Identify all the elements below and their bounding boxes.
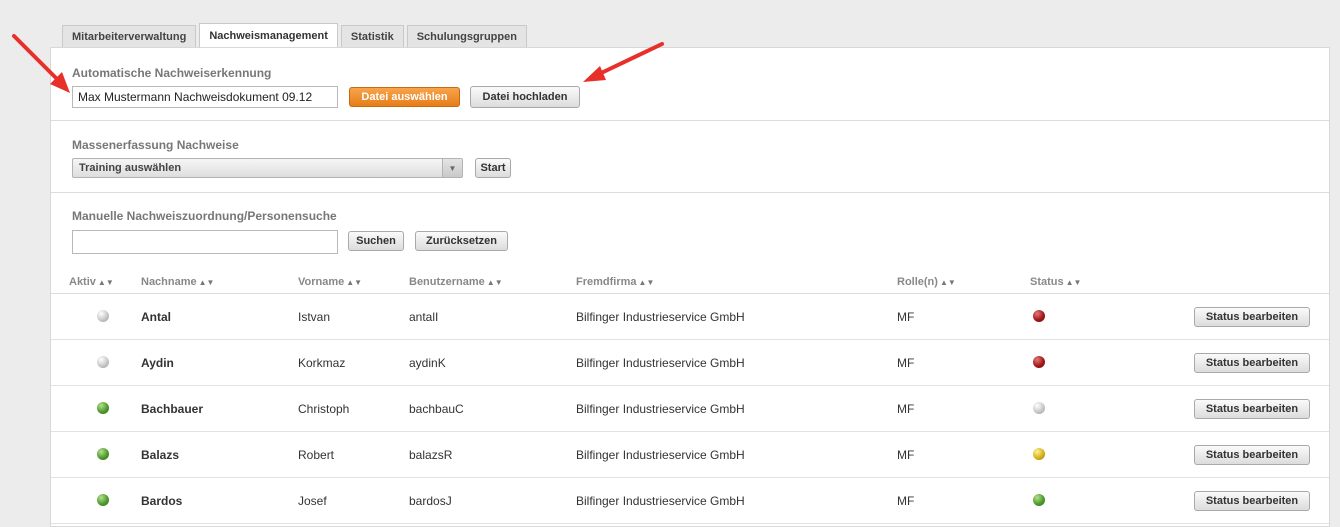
- cell-nachname: Antal: [141, 310, 171, 324]
- cell-rolle: MF: [897, 310, 915, 324]
- tab-bar: Mitarbeiterverwaltung Nachweismanagement…: [62, 23, 530, 48]
- sort-arrows-icon: ▲▼: [939, 278, 956, 287]
- training-select[interactable]: Training auswählen ▼: [72, 158, 463, 178]
- start-button[interactable]: Start: [475, 158, 511, 178]
- tab-schulungsgruppen[interactable]: Schulungsgruppen: [406, 25, 527, 47]
- cell-benutzername: bardosJ: [409, 494, 452, 508]
- auto-recognition-section: Automatische Nachweiserkennung Max Muste…: [51, 48, 1329, 121]
- table-row: Antal Istvan antalI Bilfinger Industries…: [51, 294, 1329, 340]
- col-fremdfirma[interactable]: Fremdfirma ▲▼: [576, 276, 654, 288]
- upload-file-button[interactable]: Datei hochladen: [470, 86, 580, 108]
- manual-search-title: Manuelle Nachweiszuordnung/Personensuche: [72, 209, 337, 223]
- cell-fremdfirma: Bilfinger Industrieservice GmbH: [576, 310, 745, 324]
- active-indicator-icon: [97, 402, 109, 414]
- status-indicator-icon: [1033, 448, 1045, 460]
- tab-nachweismanagement[interactable]: Nachweismanagement: [199, 23, 338, 48]
- cell-nachname: Balazs: [141, 448, 180, 462]
- cell-rolle: MF: [897, 356, 915, 370]
- tab-statistik[interactable]: Statistik: [340, 25, 404, 47]
- cell-vorname: Josef: [298, 494, 327, 508]
- active-indicator-icon: [97, 356, 109, 368]
- cell-vorname: Christoph: [298, 402, 350, 416]
- table-row: Aydin Korkmaz aydinK Bilfinger Industrie…: [51, 340, 1329, 386]
- col-vorname[interactable]: Vorname ▲▼: [298, 276, 362, 288]
- cell-nachname: Aydin: [141, 356, 174, 370]
- sort-arrows-icon: ▲▼: [97, 278, 114, 287]
- cell-fremdfirma: Bilfinger Industrieservice GmbH: [576, 448, 745, 462]
- cell-fremdfirma: Bilfinger Industrieservice GmbH: [576, 494, 745, 508]
- cell-benutzername: aydinK: [409, 356, 446, 370]
- table-row: Bardos Josef bardosJ Bilfinger Industrie…: [51, 478, 1329, 524]
- edit-status-button[interactable]: Status bearbeiten: [1194, 399, 1310, 419]
- person-search-input[interactable]: [72, 230, 338, 254]
- status-indicator-icon: [1033, 356, 1045, 368]
- table-header: Aktiv ▲▼ Nachname ▲▼ Vorname ▲▼ Benutzernam…: [51, 270, 1329, 294]
- status-indicator-icon: [1033, 402, 1045, 414]
- cell-fremdfirma: Bilfinger Industrieservice GmbH: [576, 402, 745, 416]
- table-row: Bachbauer Christoph bachbauC Bilfinger I…: [51, 386, 1329, 432]
- sort-arrows-icon: ▲▼: [638, 278, 655, 287]
- cell-vorname: Istvan: [298, 310, 331, 324]
- cell-rolle: MF: [897, 494, 915, 508]
- active-indicator-icon: [97, 310, 109, 322]
- cell-vorname: Korkmaz: [298, 356, 346, 370]
- col-aktiv[interactable]: Aktiv ▲▼: [69, 276, 114, 288]
- status-indicator-icon: [1033, 310, 1045, 322]
- choose-file-button[interactable]: Datei auswählen: [349, 87, 460, 107]
- cell-fremdfirma: Bilfinger Industrieservice GmbH: [576, 356, 745, 370]
- auto-recognition-title: Automatische Nachweiserkennung: [72, 66, 272, 80]
- chevron-down-icon[interactable]: ▼: [442, 159, 462, 177]
- sort-arrows-icon: ▲▼: [486, 278, 503, 287]
- col-nachname[interactable]: Nachname ▲▼: [141, 276, 214, 288]
- status-indicator-icon: [1033, 494, 1045, 506]
- active-indicator-icon: [97, 494, 109, 506]
- cell-benutzername: antalI: [409, 310, 439, 324]
- sort-arrows-icon: ▲▼: [346, 278, 363, 287]
- edit-status-button[interactable]: Status bearbeiten: [1194, 491, 1310, 511]
- edit-status-button[interactable]: Status bearbeiten: [1194, 307, 1310, 327]
- col-rollen[interactable]: Rolle(n) ▲▼: [897, 276, 956, 288]
- mass-entry-title: Massenerfassung Nachweise: [72, 138, 239, 152]
- sort-arrows-icon: ▲▼: [198, 278, 215, 287]
- mass-entry-section: Massenerfassung Nachweise Training auswä…: [51, 121, 1329, 193]
- cell-benutzername: balazsR: [409, 448, 453, 462]
- cell-rolle: MF: [897, 402, 915, 416]
- reset-button[interactable]: Zurücksetzen: [415, 231, 508, 251]
- col-status[interactable]: Status ▲▼: [1030, 276, 1081, 288]
- file-name-field[interactable]: Max Mustermann Nachweisdokument 09.12: [72, 86, 338, 108]
- cell-nachname: Bardos: [141, 494, 183, 508]
- edit-status-button[interactable]: Status bearbeiten: [1194, 445, 1310, 465]
- edit-status-button[interactable]: Status bearbeiten: [1194, 353, 1310, 373]
- active-indicator-icon: [97, 448, 109, 460]
- cell-vorname: Robert: [298, 448, 335, 462]
- search-button[interactable]: Suchen: [348, 231, 404, 251]
- table-row: Balazs Robert balazsR Bilfinger Industri…: [51, 432, 1329, 478]
- content-panel: Automatische Nachweiserkennung Max Muste…: [50, 47, 1330, 527]
- sort-arrows-icon: ▲▼: [1065, 278, 1082, 287]
- training-select-value: Training auswählen: [79, 162, 182, 174]
- tab-mitarbeiterverwaltung[interactable]: Mitarbeiterverwaltung: [62, 25, 197, 47]
- manual-search-section: Manuelle Nachweiszuordnung/Personensuche…: [51, 193, 1329, 270]
- cell-rolle: MF: [897, 448, 915, 462]
- cell-nachname: Bachbauer: [141, 402, 204, 416]
- cell-benutzername: bachbauC: [409, 402, 464, 416]
- col-benutzername[interactable]: Benutzername ▲▼: [409, 276, 503, 288]
